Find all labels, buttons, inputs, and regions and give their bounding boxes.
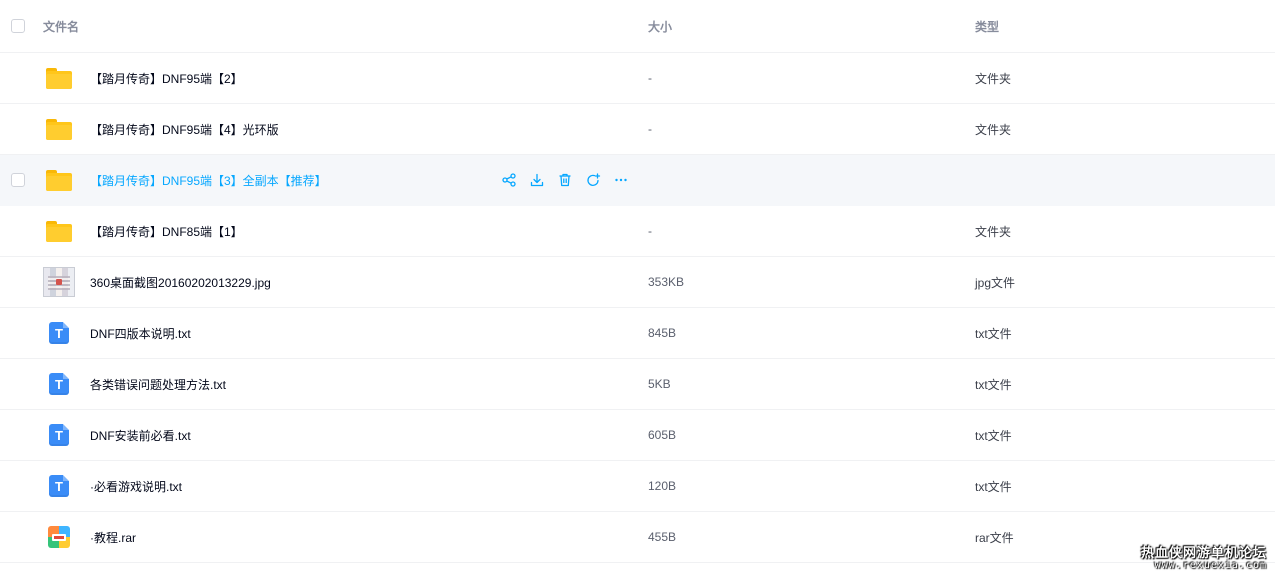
delete-icon[interactable] xyxy=(556,171,574,189)
file-type: rar文件 xyxy=(975,530,1014,545)
column-header-name[interactable]: 文件名 xyxy=(43,0,79,52)
file-size: - xyxy=(648,71,652,85)
select-all-cell[interactable] xyxy=(11,0,27,52)
file-list-header: 文件名 大小 类型 xyxy=(0,0,1275,53)
file-row[interactable]: T DNF安装前必看.txt 605B txt文件 xyxy=(0,410,1275,461)
folder-icon xyxy=(46,118,72,140)
file-row[interactable]: T ·必看游戏说明.txt 120B txt文件 xyxy=(0,461,1275,512)
image-thumbnail xyxy=(43,267,75,297)
file-size: - xyxy=(648,122,652,136)
refresh-icon[interactable] xyxy=(584,171,602,189)
file-name[interactable]: 各类错误问题处理方法.txt xyxy=(90,359,226,409)
file-type: txt文件 xyxy=(975,326,1012,341)
file-name[interactable]: 360桌面截图20160202013229.jpg xyxy=(90,257,271,307)
file-row[interactable]: T DNF四版本说明.txt 845B txt文件 xyxy=(0,308,1275,359)
file-name[interactable]: DNF安装前必看.txt xyxy=(90,410,191,460)
file-type: jpg文件 xyxy=(975,275,1016,290)
file-type: txt文件 xyxy=(975,479,1012,494)
file-name[interactable]: DNF四版本说明.txt xyxy=(90,308,191,358)
file-icon-cell xyxy=(42,206,76,256)
file-row[interactable]: 360桌面截图20160202013229.jpg 353KB jpg文件 xyxy=(0,257,1275,308)
file-size: - xyxy=(648,224,652,238)
file-name[interactable]: 【踏月传奇】DNF85端【1】 xyxy=(90,206,243,256)
folder-icon xyxy=(46,169,72,191)
file-name[interactable]: ·教程.rar xyxy=(90,512,136,562)
file-icon-cell xyxy=(42,53,76,103)
watermark-url: www.rexuexia.com xyxy=(1154,560,1267,571)
file-size: 845B xyxy=(648,326,677,340)
txt-file-icon: T xyxy=(49,424,69,446)
file-icon-cell: T xyxy=(42,410,76,460)
file-size: 353KB xyxy=(648,275,685,289)
file-type: 文件夹 xyxy=(975,122,1012,137)
select-all-checkbox[interactable] xyxy=(11,19,25,33)
file-name[interactable]: 【踏月传奇】DNF95端【4】光环版 xyxy=(90,104,279,154)
file-type: txt文件 xyxy=(975,377,1012,392)
file-name[interactable]: 【踏月传奇】DNF95端【3】全副本【推荐】 xyxy=(90,155,327,205)
site-watermark: 热血侠网游单机论坛 www.rexuexia.com xyxy=(1141,546,1267,571)
folder-icon xyxy=(46,67,72,89)
file-size: 5KB xyxy=(648,377,671,391)
file-type: 文件夹 xyxy=(975,224,1012,239)
file-size: 455B xyxy=(648,530,677,544)
file-row[interactable]: 【踏月传奇】DNF85端【1】 - 文件夹 xyxy=(0,206,1275,257)
file-type: 文件夹 xyxy=(975,71,1012,86)
file-size: 120B xyxy=(648,479,677,493)
file-icon-cell xyxy=(42,512,76,562)
column-header-type[interactable]: 类型 xyxy=(975,0,999,52)
file-icon-cell xyxy=(42,104,76,154)
file-icon-cell xyxy=(42,155,76,205)
watermark-title: 热血侠网游单机论坛 xyxy=(1140,545,1267,560)
rar-file-icon xyxy=(48,526,70,548)
file-row-hovered[interactable]: 【踏月传奇】DNF95端【3】全副本【推荐】 xyxy=(0,155,1275,206)
row-checkbox-cell[interactable] xyxy=(11,155,27,205)
share-icon[interactable] xyxy=(500,171,518,189)
more-icon[interactable] xyxy=(612,171,630,189)
txt-file-icon: T xyxy=(49,475,69,497)
row-actions xyxy=(500,155,630,205)
download-icon[interactable] xyxy=(528,171,546,189)
file-icon-cell: T xyxy=(42,461,76,511)
column-header-size[interactable]: 大小 xyxy=(648,0,672,52)
file-icon-cell: T xyxy=(42,359,76,409)
file-icon-cell: T xyxy=(42,308,76,358)
file-row[interactable]: ·教程.rar 455B rar文件 xyxy=(0,512,1275,563)
file-name[interactable]: ·必看游戏说明.txt xyxy=(90,461,182,511)
txt-file-icon: T xyxy=(49,373,69,395)
file-row[interactable]: 【踏月传奇】DNF95端【4】光环版 - 文件夹 xyxy=(0,104,1275,155)
file-icon-cell xyxy=(42,257,76,307)
file-size: 605B xyxy=(648,428,677,442)
file-type: txt文件 xyxy=(975,428,1012,443)
txt-file-icon: T xyxy=(49,322,69,344)
file-list: 文件名 大小 类型 【踏月传奇】DNF95端【2】 - 文件夹 【踏月传奇】DN… xyxy=(0,0,1275,563)
file-row[interactable]: T 各类错误问题处理方法.txt 5KB txt文件 xyxy=(0,359,1275,410)
file-row[interactable]: 【踏月传奇】DNF95端【2】 - 文件夹 xyxy=(0,53,1275,104)
folder-icon xyxy=(46,220,72,242)
file-name[interactable]: 【踏月传奇】DNF95端【2】 xyxy=(90,53,243,103)
row-checkbox[interactable] xyxy=(11,173,25,187)
